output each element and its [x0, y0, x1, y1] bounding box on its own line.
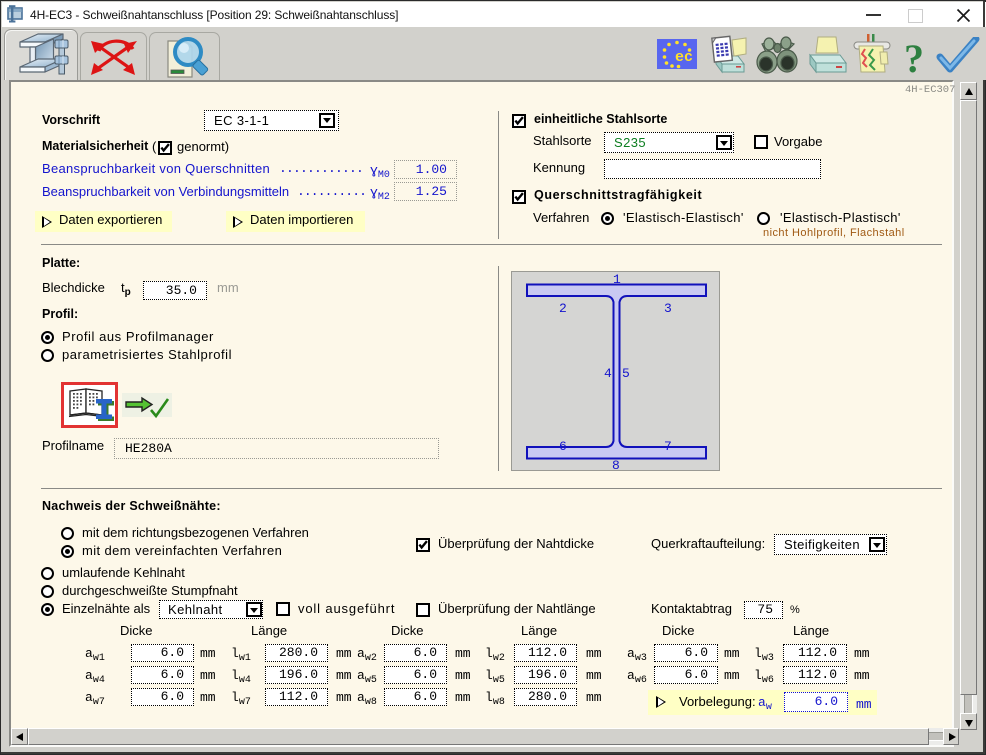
- svg-text:3: 3: [664, 301, 672, 316]
- svg-text:6: 6: [559, 439, 567, 454]
- svg-text:1: 1: [613, 272, 621, 287]
- svg-text:7: 7: [664, 439, 672, 454]
- svg-text:8: 8: [612, 458, 620, 470]
- svg-text:ec: ec: [675, 49, 693, 66]
- svg-text:5: 5: [622, 366, 630, 381]
- svg-text:4: 4: [604, 366, 612, 381]
- svg-text:2: 2: [559, 301, 567, 316]
